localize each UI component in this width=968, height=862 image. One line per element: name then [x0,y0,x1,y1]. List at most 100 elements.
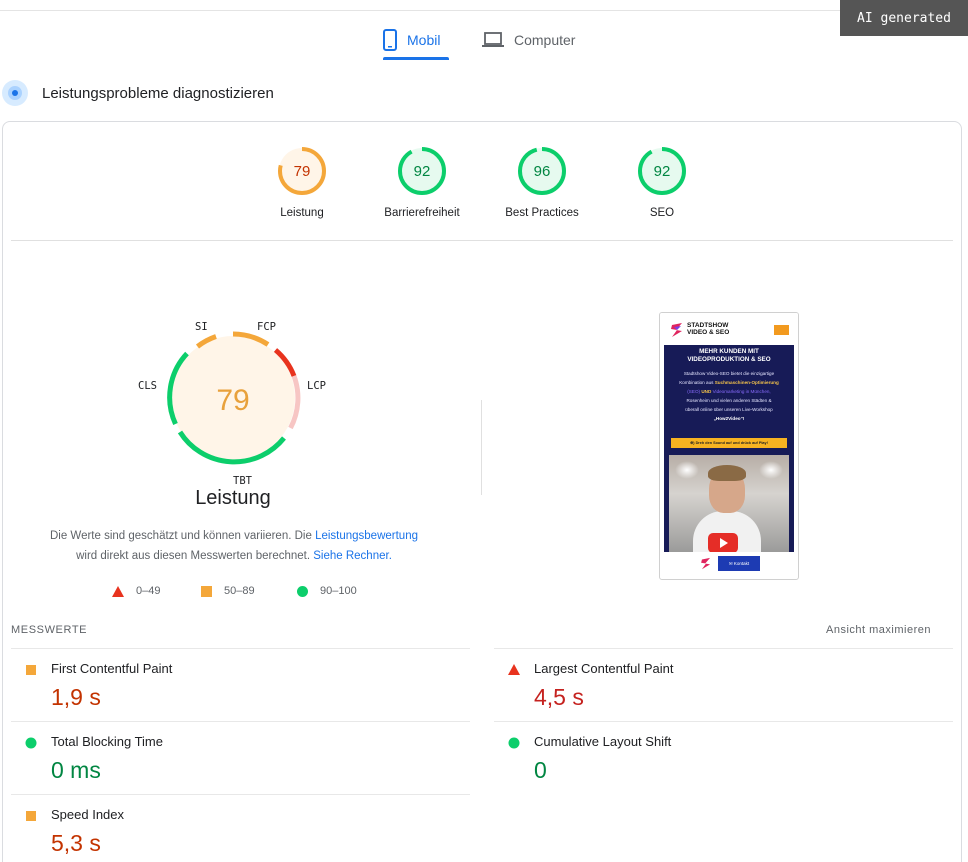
brand-logo-icon [701,557,711,570]
section-title: Leistungsprobleme diagnostizieren [42,84,274,102]
brand-line: VIDEO & SEO [687,329,730,336]
circle-icon [25,737,37,749]
brand-line: STADTSHOW [687,322,729,329]
body-line: überall online über unseren Live-Worksho… [685,407,773,412]
metric-tag-lcp: LCP [307,380,326,392]
metric-value: 0 [534,757,547,783]
tab-desktop-label: Computer [514,32,576,48]
gauge-ring-icon: 79 [278,147,326,195]
gauge-label: Barrierefreiheit [384,207,460,219]
body-highlight: Suchmaschinen-Optimierung [714,380,779,385]
metric-value: 5,3 s [51,830,101,856]
lamp-icon [675,461,699,479]
gauge-ring-icon: 92 [398,147,446,195]
legend-range: 90–100 [320,585,357,597]
performance-title: Leistung [195,487,271,509]
metric-tag-cls: CLS [138,380,157,392]
thumb-video [669,455,789,552]
gauge-score: 96 [534,163,551,180]
triangle-icon [112,585,124,597]
tab-desktop[interactable]: Computer [482,20,592,60]
body-highlight: UND [700,389,713,394]
legend-range: 0–49 [136,585,161,597]
score-note: Die Werte sind geschätzt und können vari… [24,526,444,566]
circle-icon [508,737,520,749]
square-icon [26,811,36,821]
gauge-score: 92 [654,163,671,180]
gauge-label: Best Practices [505,207,579,219]
thumb-hero: MEHR KUNDEN MIT VIDEOPRODUKTION & SEO St… [664,345,794,552]
gauge-ring-icon: 92 [638,147,686,195]
headline-line: VIDEOPRODUKTION & SEO [687,356,771,363]
tab-mobile-label: Mobil [407,32,441,48]
legend-pass: 90–100 [297,585,357,597]
body-highlight: (SEO) [687,389,701,394]
category-divider [11,240,953,241]
metric-value: 1,9 s [51,684,101,710]
body-highlight: Videomarketing in München, [712,389,771,394]
calculator-link[interactable]: Siehe Rechner. [313,550,392,562]
metric-label: First Contentful Paint [51,661,173,676]
top-divider [0,10,968,11]
metric-cls: Cumulative Layout Shift 0 [494,721,953,794]
final-screenshot[interactable]: STADTSHOW VIDEO & SEO MEHR KUNDEN MIT VI… [659,312,799,580]
lamp-icon [759,461,783,479]
metric-lcp: Largest Contentful Paint 4,5 s [494,648,953,721]
category-gauge-performance[interactable]: 79 Leistung [252,145,352,219]
body-line: Rosenheim und vielen anderen Städten & [686,398,772,403]
circle-icon [297,585,308,597]
gauge-label: Leistung [280,207,324,219]
body-line: „How2Video“! [713,416,745,421]
square-icon [201,585,212,597]
gauge-score: 79 [294,163,311,180]
performance-gauge: 79 [167,331,301,465]
metric-label: Total Blocking Time [51,734,163,749]
thumb-header: STADTSHOW VIDEO & SEO [660,313,798,345]
metric-value: 0 ms [51,757,101,783]
brand-logo-icon [671,323,682,337]
body-line: Stadtshow Video-SEO bietet die einzigart… [683,371,775,376]
body-text: Kombination aus [679,380,715,385]
thumb-brand: STADTSHOW VIDEO & SEO [687,322,729,336]
expand-view-toggle[interactable]: Ansicht maximieren [826,624,931,636]
thumb-body: Stadtshow Video-SEO bietet die einzigart… [670,369,788,423]
laptop-icon [482,32,504,48]
section-header: Leistungsprobleme diagnostizieren [0,78,274,108]
note-text: Die Werte sind geschätzt und können vari… [49,530,316,542]
vertical-divider [481,400,482,495]
category-gauge-best-practices[interactable]: 96 Best Practices [492,145,592,219]
metric-label: Cumulative Layout Shift [534,734,672,749]
metric-label: Largest Contentful Paint [534,661,674,676]
metric-fcp: First Contentful Paint 1,9 s [11,648,470,721]
category-gauge-accessibility[interactable]: 92 Barrierefreiheit [372,145,472,219]
gauge-ring-icon: 96 [518,147,566,195]
category-gauge-seo[interactable]: 92 SEO [612,145,712,219]
metric-tag-fcp: FCP [257,321,276,333]
gauge-score: 92 [414,163,431,180]
thumb-contact-button: ✉ Kontakt [718,556,760,571]
metric-tag-tbt: TBT [233,475,252,487]
metric-si: Speed Index 5,3 s [11,794,470,862]
thumb-cta: ⊕) Dreh den Sound auf und drück auf Play… [671,438,787,448]
person-hair [708,465,746,481]
performance-score: 79 [216,384,249,417]
smartphone-icon [383,29,397,51]
gauge-label: SEO [649,207,675,219]
active-tab-indicator [383,57,449,60]
lab-data-icon [2,80,28,106]
device-tabs: Mobil Computer [0,20,968,60]
legend-average: 50–89 [201,585,255,597]
tab-mobile[interactable]: Mobil [383,20,449,60]
play-icon [708,533,738,552]
legend-range: 50–89 [224,585,255,597]
headline-line: MEHR KUNDEN MIT [699,348,759,355]
metric-label: Speed Index [51,807,125,822]
metric-value: 4,5 s [534,684,584,710]
square-icon [26,665,36,675]
legend-fail: 0–49 [112,585,160,597]
metric-tag-si: SI [195,321,208,333]
metrics-title: MESSWERTE [11,624,88,636]
thumb-headline: MEHR KUNDEN MIT VIDEOPRODUKTION & SEO [664,348,794,364]
score-calculation-link[interactable]: Leistungsbewertung [315,530,418,542]
triangle-icon [508,664,520,675]
